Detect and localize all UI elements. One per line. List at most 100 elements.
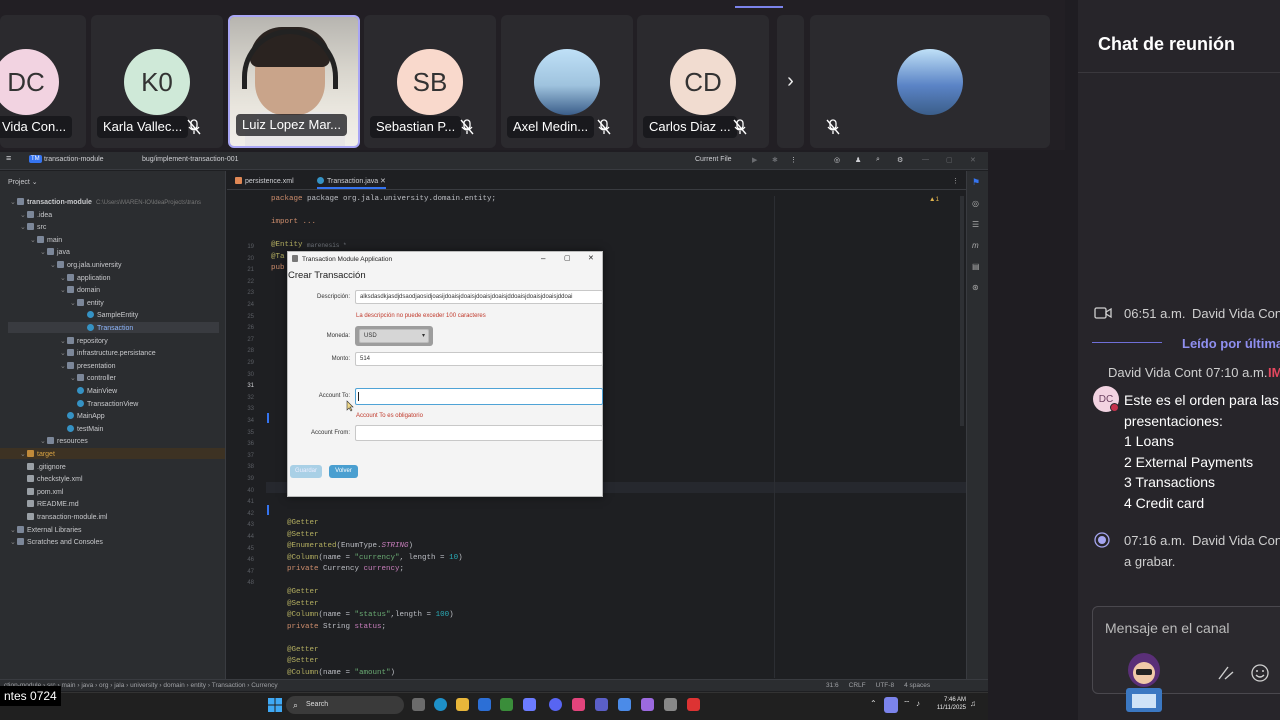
participant-tile[interactable]: Axel Medin... <box>501 15 633 148</box>
notifications-icon[interactable]: ⚑ <box>972 177 980 188</box>
participant-tile[interactable]: SB Sebastian P... <box>364 15 496 148</box>
windows-start-icon[interactable] <box>268 698 282 712</box>
project-tree-item[interactable]: ⌄ transaction-module C:\Users\MAREN-IO\Ide… <box>10 197 201 208</box>
amount-field[interactable]: 514 <box>355 352 603 366</box>
project-panel-title[interactable]: Project ⌄ <box>8 177 38 188</box>
project-tree-item[interactable]: ⌄ domain <box>60 285 100 296</box>
participant-tile[interactable] <box>810 15 1050 148</box>
expand-arrow-icon[interactable]: ⌄ <box>50 260 57 271</box>
expand-arrow-icon[interactable]: ⌄ <box>10 197 17 208</box>
project-tree-item[interactable]: ⌄ Scratches and Consoles <box>10 537 103 548</box>
message-input[interactable]: Mensaje en el canal <box>1105 620 1230 636</box>
project-tree-item[interactable]: ⌄ infrastructure.persistance <box>60 348 156 359</box>
close-icon[interactable]: ✕ <box>970 156 976 164</box>
breadcrumb-item[interactable]: Transaction <box>212 682 246 689</box>
recorder-icon[interactable] <box>687 698 700 711</box>
volume-icon[interactable]: ♪ <box>916 699 920 708</box>
ai-assistant-icon[interactable]: ◎ <box>972 199 979 208</box>
taskbar-search[interactable]: ⌕ Search <box>286 696 404 714</box>
close-icon[interactable]: ✕ <box>588 254 594 262</box>
status-item[interactable]: 31:6 <box>826 682 839 689</box>
branch-switcher[interactable]: bug/implement-transaction-001 <box>142 156 239 163</box>
project-tree-item[interactable]: checkstyle.xml <box>20 474 83 485</box>
tray-chevron-icon[interactable]: ⌃ <box>870 699 877 708</box>
account-from-field[interactable] <box>355 425 603 441</box>
project-tree-item[interactable]: Transaction <box>80 323 133 334</box>
status-item[interactable]: UTF-8 <box>876 682 894 689</box>
project-tree-item[interactable]: ⌄ controller <box>70 373 116 384</box>
expand-arrow-icon[interactable]: ⌄ <box>60 285 67 296</box>
edge-icon[interactable] <box>434 698 447 711</box>
gear-icon[interactable]: ⚙ <box>897 156 903 164</box>
main-menu-icon[interactable]: ≡ <box>6 153 11 163</box>
project-tree-item[interactable]: ⌄ target <box>20 449 55 460</box>
expand-arrow-icon[interactable]: ⌄ <box>60 336 67 347</box>
project-tree-item[interactable]: ⌄ java <box>40 247 70 258</box>
back-button[interactable]: Volver <box>329 465 358 478</box>
expand-arrow-icon[interactable]: ⌄ <box>60 348 67 359</box>
intellij-icon[interactable] <box>572 698 585 711</box>
format-icon[interactable] <box>1216 664 1236 682</box>
tab-menu-icon[interactable]: ⋮ <box>952 177 959 185</box>
expand-arrow-icon[interactable]: ⌄ <box>20 449 27 460</box>
project-tree-item[interactable]: MainView <box>70 386 117 397</box>
settings-app-icon[interactable] <box>664 698 677 711</box>
expand-arrow-icon[interactable]: ⌄ <box>70 373 77 384</box>
project-tree-item[interactable]: ⌄ presentation <box>60 361 116 372</box>
clock-time[interactable]: 7:46 AM <box>930 697 966 703</box>
project-switcher[interactable]: transaction-module <box>44 156 104 163</box>
more-icon[interactable]: ⋮ <box>790 156 797 164</box>
status-item[interactable]: CRLF <box>849 682 866 689</box>
project-tree-item[interactable]: MainApp <box>60 411 105 422</box>
search-icon[interactable]: ⌕ <box>876 156 880 164</box>
debug-icon[interactable]: ✱ <box>772 156 778 164</box>
project-tree-item[interactable]: pom.xml <box>20 487 63 498</box>
tab-persistence-xml[interactable]: persistence.xml <box>235 177 294 185</box>
maven-icon[interactable]: m <box>972 241 979 250</box>
teams-icon[interactable] <box>595 698 608 711</box>
project-tree-item[interactable]: ⌄ .idea <box>20 210 52 221</box>
scrollbar[interactable] <box>960 196 964 426</box>
expand-arrow-icon[interactable]: ⌄ <box>70 298 77 309</box>
breadcrumb-item[interactable]: entity <box>191 682 207 689</box>
user-icon[interactable]: ♟ <box>855 156 861 164</box>
account-to-field[interactable] <box>355 388 603 405</box>
file-explorer-icon[interactable] <box>456 698 469 711</box>
warning-count[interactable]: ▲1 <box>929 196 939 203</box>
minimize-icon[interactable]: – <box>541 254 545 263</box>
project-tree-item[interactable]: ⌄ org.jala.university <box>50 260 121 271</box>
breadcrumb-item[interactable]: jala <box>114 682 124 689</box>
database-icon[interactable]: ☰ <box>972 220 979 229</box>
status-item[interactable]: 4 spaces <box>904 682 930 689</box>
notification-bell-icon[interactable]: ♫ <box>970 699 976 708</box>
expand-arrow-icon[interactable]: ⌄ <box>40 436 47 447</box>
project-tree-item[interactable]: ⌄ entity <box>70 298 104 309</box>
slack-icon[interactable] <box>523 698 536 711</box>
emoji-icon[interactable] <box>1250 663 1270 683</box>
app-icon-2[interactable] <box>618 698 631 711</box>
breadcrumb-item[interactable]: Currency <box>251 682 277 689</box>
network-icon[interactable]: ⌔ <box>903 699 911 709</box>
expand-arrow-icon[interactable]: ⌄ <box>10 525 17 536</box>
project-tree-item[interactable]: README.md <box>20 499 79 510</box>
ai-icon[interactable]: ◎ <box>834 156 840 164</box>
app-icon-3[interactable] <box>641 698 654 711</box>
project-tree-item[interactable]: TransactionView <box>70 399 138 410</box>
mic-tray-icon[interactable] <box>884 697 898 713</box>
expand-arrow-icon[interactable]: ⌄ <box>20 222 27 233</box>
plugin-icon[interactable]: ⊛ <box>972 283 979 292</box>
expand-arrow-icon[interactable]: ⌄ <box>20 210 27 221</box>
tab-transaction-java[interactable]: Transaction.java ✕ <box>317 177 386 189</box>
expand-arrow-icon[interactable]: ⌄ <box>30 235 37 246</box>
maximize-icon[interactable]: ▢ <box>564 254 571 262</box>
task-view-icon[interactable] <box>412 698 425 711</box>
breadcrumb-item[interactable]: java <box>81 682 93 689</box>
project-tree-item[interactable]: ⌄ src <box>20 222 46 233</box>
expand-arrow-icon[interactable]: ⌄ <box>10 537 17 548</box>
clock-date[interactable]: 11/11/2025 <box>928 705 966 711</box>
expand-arrow-icon[interactable]: ⌄ <box>60 361 67 372</box>
participant-tile[interactable]: K0 Karla Vallec... <box>91 15 223 148</box>
breadcrumb-item[interactable]: university <box>130 682 157 689</box>
expand-arrow-icon[interactable]: ⌄ <box>60 273 67 284</box>
project-tree-item[interactable]: .gitignore <box>20 462 66 473</box>
